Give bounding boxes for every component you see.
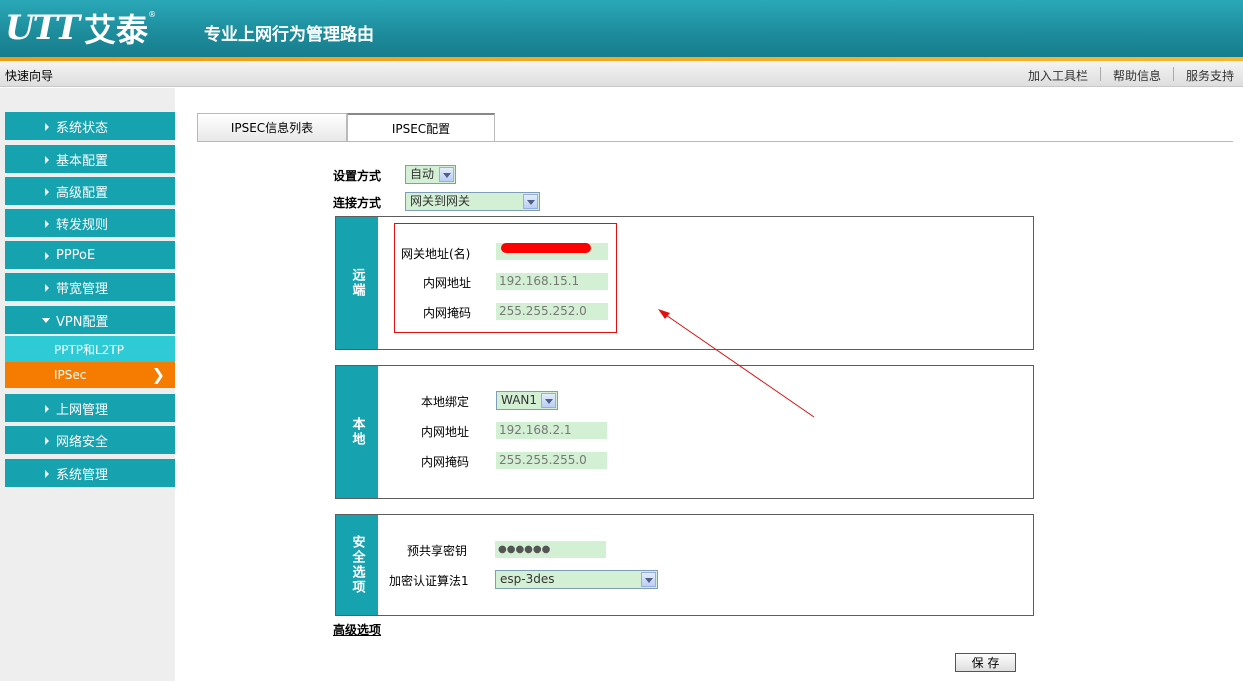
sidebar-subitem-ipsec[interactable]: IPSec ❯ [5,362,175,388]
remote-lan-mask-label: 内网掩码 [423,306,472,320]
caret-right-icon [45,156,49,164]
tab-ipsec-config[interactable]: IPSEC配置 [347,113,495,142]
setup-mode-value: 自动 [410,167,435,181]
logo-text: 艾泰 [84,11,149,49]
local-lan-address-input[interactable]: 192.168.2.1 [496,422,607,439]
chevron-down-icon [541,393,556,408]
top-navbar: 快速向导 加入工具栏 帮助信息 服务支持 [0,61,1243,87]
sidebar-item-label: 上网管理 [56,402,109,418]
sidebar-item-label: 网络安全 [56,434,109,450]
caret-right-icon [45,405,49,413]
remote-lan-mask-input[interactable]: 255.255.252.0 [496,303,608,320]
sidebar-item-advanced-config[interactable]: 高级配置 [5,177,175,205]
sidebar-item-network-security[interactable]: 网络安全 [5,426,175,454]
caret-right-icon [45,470,49,478]
caret-right-icon [45,284,49,292]
remote-lan-address-input[interactable]: 192.168.15.1 [496,273,608,290]
connection-mode-select[interactable]: 网关到网关 [405,192,540,211]
sidebar-item-label: 高级配置 [56,185,109,201]
remote-section: 远端 网关地址(名) 内网地址 192.168.15.1 内网掩码 255.25… [335,216,1034,350]
algorithm-select[interactable]: esp-3des [495,570,658,589]
chevron-down-icon [439,167,454,182]
sidebar-item-label: 系统管理 [56,467,109,483]
sidebar-subitem-label: IPSec [54,368,87,382]
connection-mode-value: 网关到网关 [410,194,471,208]
psk-label: 预共享密钥 [407,544,468,558]
sidebar-item-system-status[interactable]: 系统状态 [5,112,175,140]
brand-logo: UTT 艾泰 ® [5,8,157,49]
local-section: 本地 本地绑定 WAN1 内网地址 192.168.2.1 内网掩码 255.2… [335,365,1034,499]
caret-right-icon [45,123,49,131]
redaction-mark [501,243,591,253]
product-title: 专业上网行为管理路由 [204,25,374,45]
add-toolbar-link[interactable]: 加入工具栏 [1028,67,1088,84]
sidebar-item-pppoe[interactable]: PPPoE [5,241,175,269]
chevron-down-icon [523,194,538,209]
security-section-header: 安全选项 [336,515,378,615]
sidebar-item-bandwidth[interactable]: 带宽管理 [5,273,175,301]
sidebar-item-label: 系统状态 [56,120,109,136]
sidebar-item-forward-rules[interactable]: 转发规则 [5,209,175,237]
save-button[interactable]: 保 存 [955,653,1016,672]
sidebar-item-label: 基本配置 [56,153,109,169]
gateway-address-label: 网关地址(名) [401,247,471,261]
sidebar-item-label: PPPoE [56,247,96,263]
sidebar-subitem-label: PPTP和L2TP [54,342,124,357]
connection-mode-label: 连接方式 [333,196,382,210]
local-lan-mask-label: 内网掩码 [421,455,470,469]
security-section: 安全选项 预共享密钥 ●●●●●● 加密认证算法1 esp-3des [335,514,1034,616]
help-link[interactable]: 帮助信息 [1113,67,1161,84]
logo-mark: UTT [5,8,80,48]
remote-section-header: 远端 [336,217,378,349]
support-link[interactable]: 服务支持 [1186,67,1234,84]
local-lan-address-label: 内网地址 [421,425,470,439]
local-bind-label: 本地绑定 [421,395,470,409]
remote-lan-address-label: 内网地址 [423,276,472,290]
sidebar-item-basic-config[interactable]: 基本配置 [5,145,175,173]
algorithm-value: esp-3des [500,572,555,586]
top-links: 加入工具栏 帮助信息 服务支持 [1028,67,1234,84]
local-section-header: 本地 [336,366,378,498]
psk-input[interactable]: ●●●●●● [495,541,606,558]
local-bind-select[interactable]: WAN1 [496,391,558,410]
advanced-options-link[interactable]: 高级选项 [333,621,381,638]
caret-right-icon [45,188,49,196]
tab-ipsec-list[interactable]: IPSEC信息列表 [197,113,347,142]
local-bind-value: WAN1 [501,393,538,407]
sidebar-item-internet-mgmt[interactable]: 上网管理 [5,394,175,422]
app-header: UTT 艾泰 ® 专业上网行为管理路由 [0,0,1243,60]
setup-mode-select[interactable]: 自动 [405,165,456,184]
tab-divider [197,141,1233,142]
caret-right-icon [45,220,49,228]
caret-right-icon [45,437,49,445]
chevron-right-icon: ❯ [151,365,165,384]
sidebar-item-vpn-config[interactable]: VPN配置 [5,306,175,334]
link-divider [1172,67,1174,81]
caret-down-icon [42,318,50,323]
sidebar-item-label: VPN配置 [56,314,109,330]
local-lan-mask-input[interactable]: 255.255.255.0 [496,452,607,469]
chevron-down-icon [641,572,656,587]
sidebar-item-label: 带宽管理 [56,281,109,297]
registered-mark: ® [148,9,157,19]
quick-guide-link[interactable]: 快速向导 [5,67,53,84]
sidebar-item-system-mgmt[interactable]: 系统管理 [5,459,175,487]
main-content: IPSEC信息列表 IPSEC配置 设置方式 自动 连接方式 网关到网关 远端 … [176,88,1243,681]
setup-mode-label: 设置方式 [333,169,382,183]
sidebar-subitem-pptp-l2tp[interactable]: PPTP和L2TP [5,336,175,362]
sidebar-item-label: 转发规则 [56,217,109,233]
link-divider [1099,67,1101,81]
algorithm-label: 加密认证算法1 [389,574,469,588]
sidebar: 系统状态 基本配置 高级配置 转发规则 PPPoE 带宽管理 VPN配置 PPT… [0,88,175,681]
caret-right-icon [45,252,49,260]
